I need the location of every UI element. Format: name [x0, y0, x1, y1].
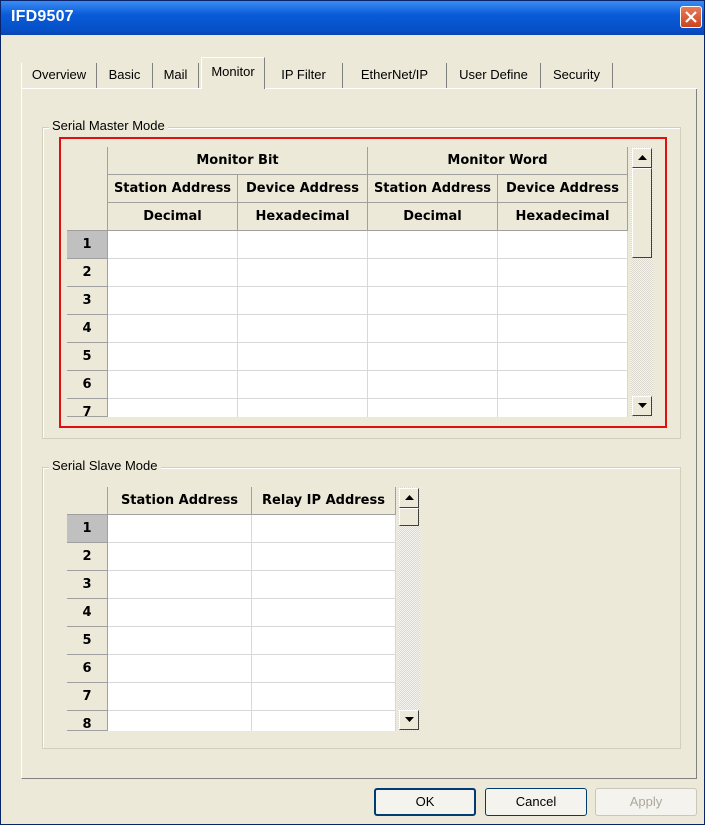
dialog-window: IFD9507 Overview Basic Mail Monitor IP F… — [0, 0, 705, 825]
tab-basic[interactable]: Basic — [97, 63, 153, 89]
row-header[interactable]: 1 — [67, 231, 108, 259]
row-header[interactable]: 6 — [67, 371, 108, 399]
row-header[interactable]: 4 — [67, 599, 108, 627]
header-monitor-bit: Monitor Bit — [108, 147, 368, 175]
serial-slave-label: Serial Slave Mode — [49, 458, 161, 473]
header-device-address: Device Address — [238, 175, 368, 203]
row-header[interactable]: 5 — [67, 627, 108, 655]
grid-corner — [67, 147, 108, 231]
header-format-hexadecimal: Hexadecimal — [498, 203, 628, 231]
scroll-up-button[interactable] — [632, 148, 652, 168]
master-vertical-scrollbar[interactable] — [631, 147, 653, 417]
title-bar: IFD9507 — [1, 1, 704, 35]
header-monitor-word: Monitor Word — [368, 147, 628, 175]
row-header[interactable]: 2 — [67, 259, 108, 287]
tab-ip-filter[interactable]: IP Filter — [265, 63, 343, 89]
tab-user-define[interactable]: User Define — [447, 63, 541, 89]
grid-corner — [67, 487, 108, 515]
header-device-address: Device Address — [498, 175, 628, 203]
arrow-up-icon — [638, 155, 647, 160]
master-cells[interactable] — [108, 231, 628, 417]
ok-button[interactable]: OK — [374, 788, 476, 816]
row-header[interactable]: 4 — [67, 315, 108, 343]
row-header[interactable]: 1 — [67, 515, 108, 543]
tab-security[interactable]: Security — [541, 63, 613, 89]
apply-button[interactable]: Apply — [595, 788, 697, 816]
arrow-up-icon — [405, 495, 414, 500]
arrow-down-icon — [638, 403, 647, 408]
scroll-down-button[interactable] — [399, 710, 419, 730]
row-header[interactable]: 6 — [67, 655, 108, 683]
header-format-decimal: Decimal — [368, 203, 498, 231]
master-cell-area — [108, 231, 628, 417]
tab-ethernet-ip[interactable]: EtherNet/IP — [343, 63, 447, 89]
header-station-address: Station Address — [108, 175, 238, 203]
close-icon — [685, 11, 697, 23]
header-format-hexadecimal: Hexadecimal — [238, 203, 368, 231]
cancel-button[interactable]: Cancel — [485, 788, 587, 816]
row-header[interactable]: 3 — [67, 287, 108, 315]
header-station-address: Station Address — [108, 487, 252, 515]
scroll-thumb[interactable] — [632, 168, 652, 258]
scroll-up-button[interactable] — [399, 488, 419, 508]
tab-mail[interactable]: Mail — [153, 63, 199, 89]
header-format-decimal: Decimal — [108, 203, 238, 231]
header-relay-ip-address: Relay IP Address — [252, 487, 396, 515]
serial-master-label: Serial Master Mode — [49, 118, 168, 133]
tab-overview[interactable]: Overview — [21, 63, 97, 89]
scroll-thumb[interactable] — [399, 508, 419, 526]
tab-monitor[interactable]: Monitor — [201, 57, 265, 89]
slave-cell-area — [108, 515, 396, 731]
window-title: IFD9507 — [11, 8, 74, 25]
row-header[interactable]: 5 — [67, 343, 108, 371]
slave-cells[interactable] — [108, 515, 396, 731]
row-header[interactable]: 7 — [67, 683, 108, 711]
row-header[interactable]: 2 — [67, 543, 108, 571]
arrow-down-icon — [405, 717, 414, 722]
row-header[interactable]: 3 — [67, 571, 108, 599]
header-station-address: Station Address — [368, 175, 498, 203]
close-button[interactable] — [680, 6, 702, 28]
row-header[interactable]: 7 — [67, 399, 108, 417]
row-header[interactable]: 8 — [67, 711, 108, 731]
scroll-down-button[interactable] — [632, 396, 652, 416]
slave-vertical-scrollbar[interactable] — [398, 487, 420, 731]
